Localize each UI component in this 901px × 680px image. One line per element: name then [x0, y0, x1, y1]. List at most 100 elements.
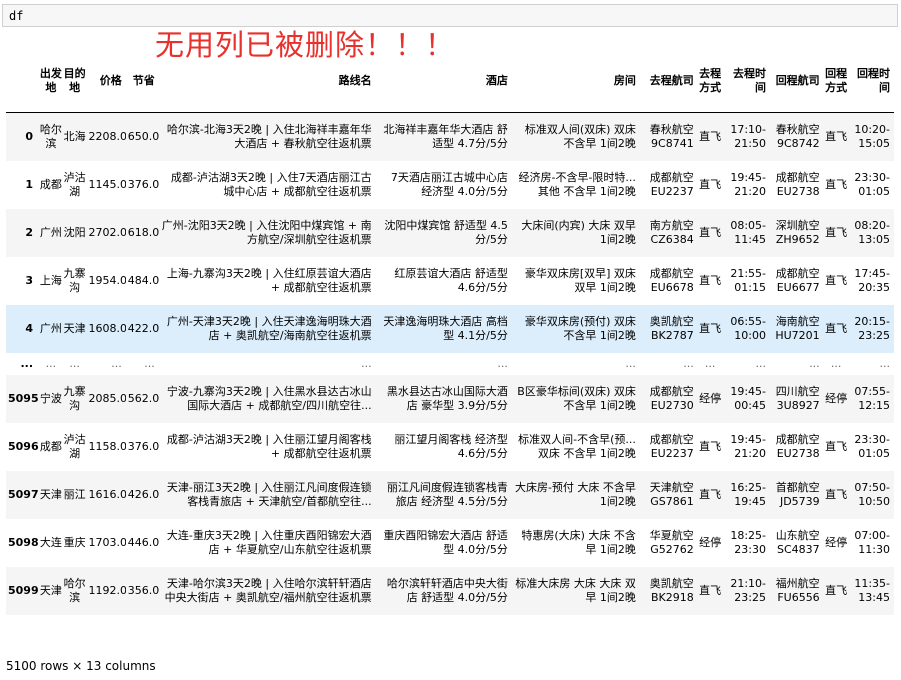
table-cell: 山东航空 SC4837	[770, 519, 824, 567]
table-cell: 17:45-20:35	[848, 257, 894, 305]
table-cell: 天津	[62, 305, 87, 353]
column-header: 节省	[125, 50, 159, 113]
table-cell: 484.0	[125, 257, 159, 305]
table-cell: 成都-泸沽湖3天2晚 | 入住7天酒店丽江古城中心店 + 成都航空往返机票	[158, 161, 376, 209]
table-cell: 17:10-21:50	[722, 112, 770, 161]
table-cell: ...	[86, 353, 126, 375]
table-cell: 四川航空 3U8927	[770, 375, 824, 423]
table-cell: 海南航空 HU7201	[770, 305, 824, 353]
table-cell: 沈阳	[62, 209, 87, 257]
table-cell: 哈尔滨	[62, 567, 87, 615]
table-cell: 天津-丽江3天2晚 | 入住丽江凡间度假连锁客栈青旅店 + 天津航空/首都航空往…	[158, 471, 376, 519]
table-cell: 天津-哈尔滨3天2晚 | 入住哈尔滨轩轩酒店中央大街店 + 奥凯航空/福州航空往…	[158, 567, 376, 615]
table-cell: 大床房-预付 大床 不含早 1间2晚	[511, 471, 640, 519]
table-cell: 2085.0	[86, 375, 126, 423]
column-header: 目的地	[62, 50, 87, 113]
table-cell: ...	[770, 353, 824, 375]
table-cell: ...	[158, 353, 376, 375]
table-cell: 哈尔滨	[39, 112, 63, 161]
table-cell: 成都航空 EU2738	[770, 161, 824, 209]
table-cell: 650.0	[125, 112, 159, 161]
table-cell: 奥凯航空 BK2918	[639, 567, 698, 615]
table-cell: 直飞	[823, 257, 849, 305]
table-cell: 成都航空 EU2738	[770, 423, 824, 471]
table-cell: 广州	[39, 305, 63, 353]
table-cell: 春秋航空 9C8742	[770, 112, 824, 161]
table-row: 4 广州 天津 1608.0 422.0 广州-天津3天2晚 | 入住天津逸海明珠大酒店 …	[6, 305, 894, 353]
column-header	[6, 50, 40, 113]
column-header: 去程方式	[697, 50, 723, 113]
table-cell: 直飞	[823, 161, 849, 209]
table-cell: 成都-泸沽湖3天2晚 | 入住丽江望月阁客栈 + 成都航空往返机票	[158, 423, 376, 471]
table-row: 1 成都 泸沽湖 1145.0 376.0 成都-泸沽湖3天2晚 | 入住7天酒店丽江古城…	[6, 161, 894, 209]
table-cell: 直飞	[697, 423, 723, 471]
row-index: 5098	[6, 519, 40, 567]
table-cell: 18:25-23:30	[722, 519, 770, 567]
table-cell: 直飞	[697, 209, 723, 257]
table-cell: 06:55-10:00	[722, 305, 770, 353]
table-cell: 成都航空 EU2237	[639, 423, 698, 471]
table-cell: 大连	[39, 519, 63, 567]
table-cell: ...	[639, 353, 698, 375]
row-index: 0	[6, 112, 40, 161]
table-cell: 经停	[697, 519, 723, 567]
table-cell: 356.0	[125, 567, 159, 615]
table-cell: 广州-天津3天2晚 | 入住天津逸海明珠大酒店 + 奥凯航空/海南航空往返机票	[158, 305, 376, 353]
column-header: 去程航司	[639, 50, 698, 113]
table-cell: 1703.0	[86, 519, 126, 567]
table-cell: 08:05-11:45	[722, 209, 770, 257]
table-cell: 23:30-01:05	[848, 161, 894, 209]
table-cell: 11:35-13:45	[848, 567, 894, 615]
table-cell: 华夏航空 G52762	[639, 519, 698, 567]
table-cell: 标准双人间-不含早(预... 双床 不含早 1间2晚	[511, 423, 640, 471]
table-cell: 1954.0	[86, 257, 126, 305]
table-cell: 19:45-21:20	[722, 161, 770, 209]
row-index: 1	[6, 161, 40, 209]
table-cell: ...	[848, 353, 894, 375]
table-cell: 丽江	[62, 471, 87, 519]
table-cell: 特惠房(大床) 大床 不含早 1间2晚	[511, 519, 640, 567]
column-header: 出发地	[39, 50, 63, 113]
table-cell: 福州航空 FU6556	[770, 567, 824, 615]
column-header: 回程时间	[848, 50, 894, 113]
table-cell: 豪华双床房[双早] 双床 双早 1间2晚	[511, 257, 640, 305]
code-text: df	[9, 9, 24, 23]
table-cell: 北海祥丰嘉年华大酒店 舒适型 4.7分/5分	[375, 112, 512, 161]
table-cell: 20:15-23:25	[848, 305, 894, 353]
table-cell: 1192.0	[86, 567, 126, 615]
table-cell: 16:25-19:45	[722, 471, 770, 519]
table-cell: 天津	[39, 567, 63, 615]
column-header: 回程航司	[770, 50, 824, 113]
table-cell: 直飞	[823, 209, 849, 257]
table-cell: 直飞	[823, 567, 849, 615]
table-cell: 经停	[823, 519, 849, 567]
table-cell: ...	[823, 353, 849, 375]
table-cell: 2208.0	[86, 112, 126, 161]
ellipsis-row: ........................................…	[6, 353, 894, 375]
table-cell: 春秋航空 9C8741	[639, 112, 698, 161]
table-row: 5099 天津 哈尔滨 1192.0 356.0 天津-哈尔滨3天2晚 | 入住哈尔滨轩轩…	[6, 567, 894, 615]
table-cell: 黑水县达古冰山国际大酒店 豪华型 3.9分/5分	[375, 375, 512, 423]
table-cell: 大床间(内宾) 大床 双早 1间2晚	[511, 209, 640, 257]
table-cell: 九寨沟	[62, 375, 87, 423]
table-cell: 直飞	[697, 161, 723, 209]
table-cell: 哈尔滨-北海3天2晚 | 入住北海祥丰嘉年华大酒店 + 春秋航空往返机票	[158, 112, 376, 161]
table-cell: 豪华双床房(预付) 双床 不含早 1间2晚	[511, 305, 640, 353]
table-cell: 376.0	[125, 423, 159, 471]
table-cell: 23:30-01:05	[848, 423, 894, 471]
dataframe-table: 出发地 目的地 价格 节省 路线名 酒店 房间 去程航司 去程方式 去程时间 回程航司 回程方式 回程时…	[6, 50, 894, 615]
table-cell: 426.0	[125, 471, 159, 519]
table-cell: 重庆酉阳锦宏大酒店 舒适型 4.0分/5分	[375, 519, 512, 567]
table-cell: 成都航空 EU2237	[639, 161, 698, 209]
table-row: 5096 成都 泸沽湖 1158.0 376.0 成都-泸沽湖3天2晚 | 入住丽江望月阁…	[6, 423, 894, 471]
table-cell: 直飞	[697, 112, 723, 161]
table-cell: 重庆	[62, 519, 87, 567]
table-cell: ...	[39, 353, 63, 375]
table-row: 5098 大连 重庆 1703.0 446.0 大连-重庆3天2晚 | 入住重庆酉阳锦宏大…	[6, 519, 894, 567]
row-index: ...	[6, 353, 40, 375]
table-cell: 沈阳中煤宾馆 舒适型 4.5分/5分	[375, 209, 512, 257]
table-cell: 562.0	[125, 375, 159, 423]
table-cell: 10:20-15:05	[848, 112, 894, 161]
table-cell: 直飞	[823, 471, 849, 519]
table-cell: ...	[125, 353, 159, 375]
